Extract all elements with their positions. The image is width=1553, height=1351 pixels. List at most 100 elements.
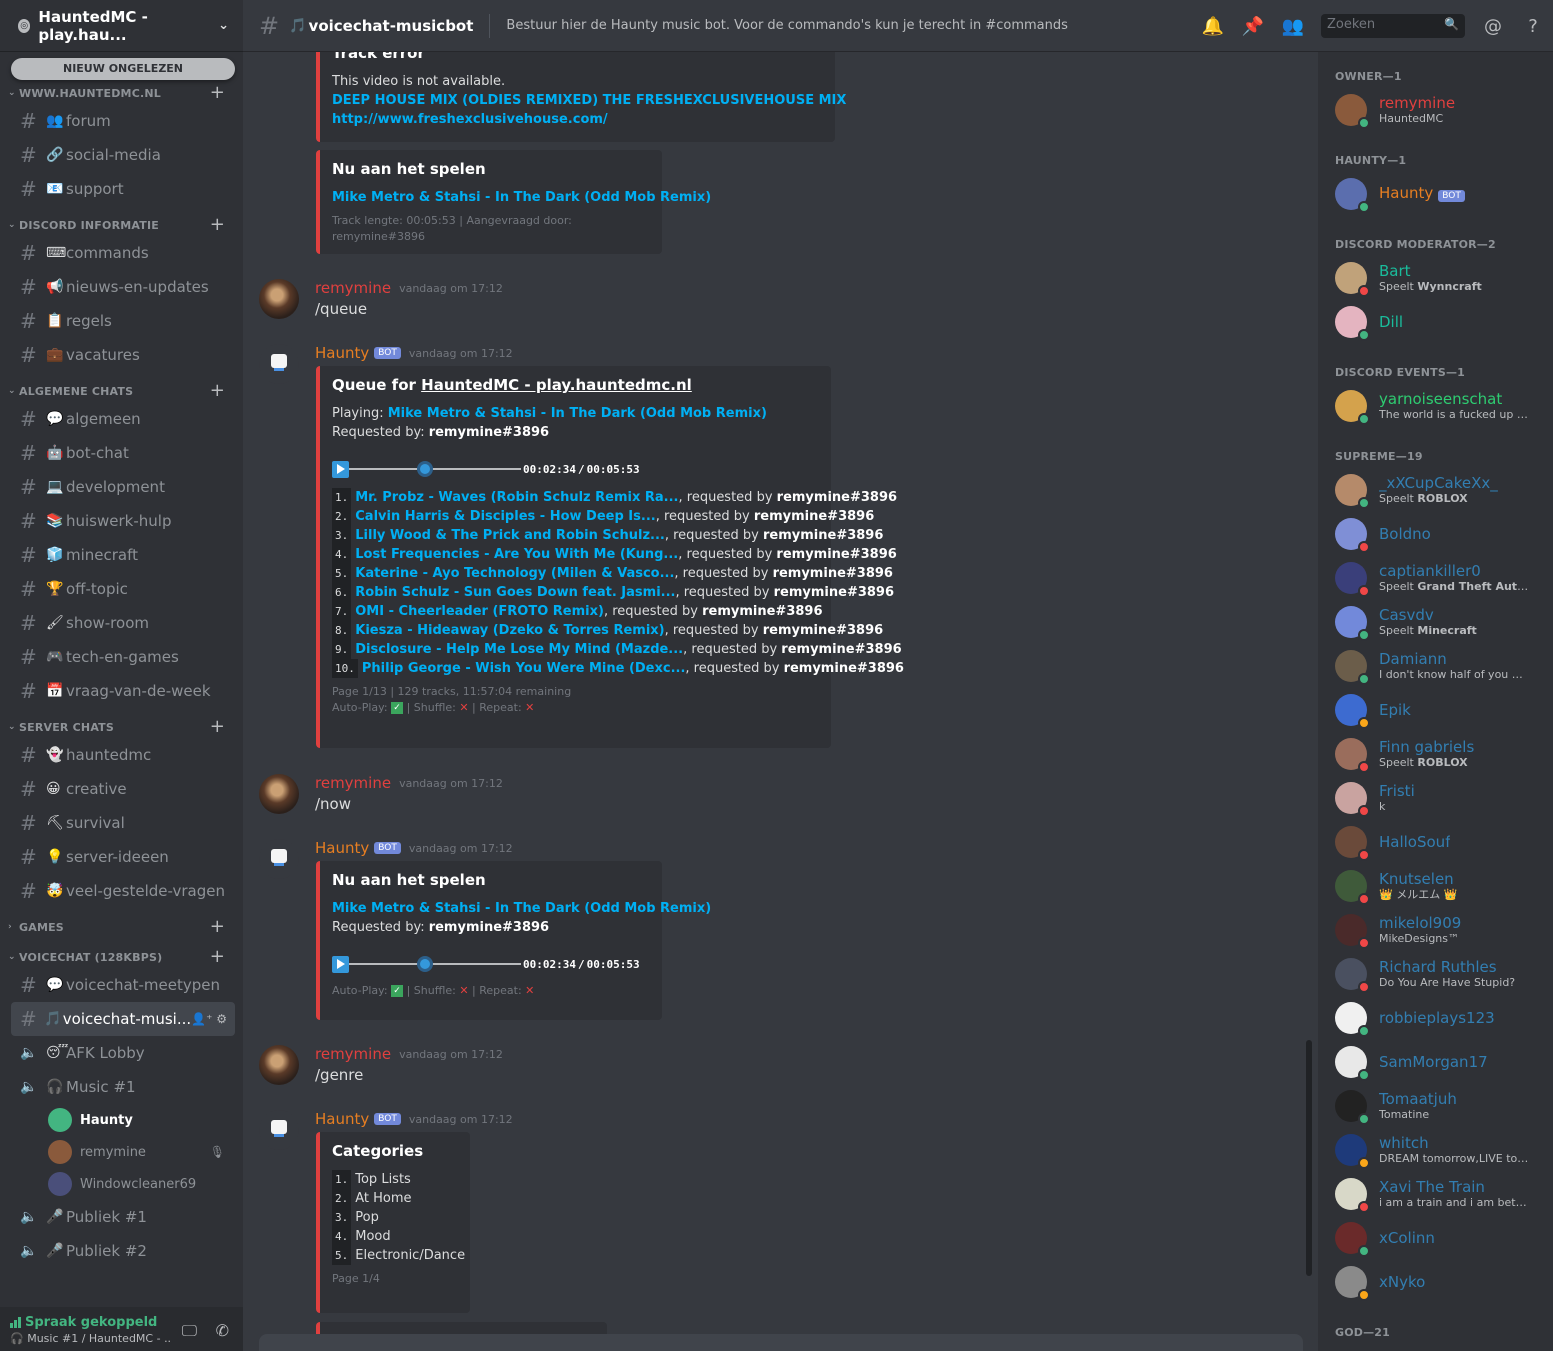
member-item[interactable]: Casvdv Speelt Minecraft bbox=[1335, 604, 1545, 641]
track-link[interactable]: Mike Metro & Stahsi - In The Dark (Odd M… bbox=[332, 899, 711, 918]
channel-item[interactable]: # 📧 support bbox=[11, 172, 235, 206]
track-link[interactable]: Lost Frequencies - Are You With Me (Kung… bbox=[355, 547, 678, 562]
category-header[interactable]: ⌄ DISCORD INFORMATIE + bbox=[0, 214, 243, 236]
member-item[interactable]: Richard Ruthles Do You Are Have Stupid? bbox=[1335, 956, 1545, 993]
message-author[interactable]: remymine bbox=[315, 774, 391, 792]
member-item[interactable]: Tomaatjuh Tomatine bbox=[1335, 1088, 1545, 1125]
play-icon[interactable] bbox=[332, 460, 349, 478]
channel-item[interactable]: # 🔗 social-media bbox=[11, 138, 235, 172]
member-item[interactable]: xColinn bbox=[1335, 1220, 1545, 1257]
member-item[interactable]: captiankiller0 Speelt Grand Theft Auto V bbox=[1335, 560, 1545, 597]
message-author[interactable]: Haunty bbox=[315, 344, 369, 362]
member-item[interactable]: Haunty BOT bbox=[1335, 176, 1545, 213]
category-header[interactable]: ⌄ WWW.HAUNTEDMC.NL + bbox=[0, 82, 243, 104]
track-link[interactable]: Philip George - Wish You Were Mine (Dexc… bbox=[362, 661, 686, 676]
guild-header[interactable]: ◎ HauntedMC - play.hau... ⌄ bbox=[0, 0, 243, 52]
bell-icon[interactable]: 🔔 bbox=[1193, 16, 1233, 37]
member-item[interactable]: Finn gabriels Speelt ROBLOX bbox=[1335, 736, 1545, 773]
channel-item[interactable]: # 🖌 show-room bbox=[11, 606, 235, 640]
add-channel-icon[interactable]: + bbox=[210, 380, 225, 401]
channel-item[interactable]: # 💡 server-ideeen bbox=[11, 840, 235, 874]
track-link[interactable]: Mike Metro & Stahsi - In The Dark (Odd M… bbox=[388, 406, 767, 421]
progress-knob[interactable] bbox=[416, 461, 433, 477]
channel-item[interactable]: # 💼 vacatures bbox=[11, 338, 235, 372]
channel-item[interactable]: # 📢 nieuws-en-updates bbox=[11, 270, 235, 304]
track-link[interactable]: Calvin Harris & Disciples - How Deep Is.… bbox=[355, 509, 655, 524]
message-composer[interactable] bbox=[259, 1334, 1303, 1351]
channel-item[interactable]: # 📚 huiswerk-hulp bbox=[11, 504, 235, 538]
channel-item[interactable]: # 🤖 bot-chat bbox=[11, 436, 235, 470]
category-header[interactable]: ⌄ ALGEMENE CHATS + bbox=[0, 380, 243, 402]
track-link[interactable]: Lilly Wood & The Prick and Robin Schulz.… bbox=[355, 528, 665, 543]
progress-knob[interactable] bbox=[416, 956, 433, 972]
member-item[interactable]: Damiann I don't know half of you hal... bbox=[1335, 648, 1545, 685]
unread-pill[interactable]: NIEUW ONGELEZEN bbox=[11, 58, 235, 80]
screen-share-icon[interactable]: 🖵 bbox=[182, 1321, 197, 1341]
members-icon[interactable]: 👥 bbox=[1273, 16, 1313, 37]
voice-channel-item[interactable]: 🔈 🎤 Publiek #1 bbox=[11, 1200, 235, 1234]
avatar[interactable] bbox=[259, 344, 299, 384]
member-item[interactable]: Epik bbox=[1335, 692, 1545, 729]
message-author[interactable]: Haunty bbox=[315, 1110, 369, 1128]
add-channel-icon[interactable]: + bbox=[210, 716, 225, 737]
channel-item[interactable]: # 👻 hauntedmc bbox=[11, 738, 235, 772]
embed-link[interactable]: http://www.freshexclusivehouse.com/ bbox=[332, 110, 821, 129]
voice-channel-item[interactable]: 🔈 😴 AFK Lobby bbox=[11, 1036, 235, 1070]
channel-item[interactable]: # 💻 development bbox=[11, 470, 235, 504]
help-icon[interactable]: ? bbox=[1513, 16, 1553, 37]
channel-item[interactable]: # 💬 voicechat-meetypen bbox=[11, 968, 235, 1002]
add-channel-icon[interactable]: + bbox=[210, 916, 225, 937]
voice-channel-item[interactable]: 🔈 🎧 Music #1 bbox=[11, 1070, 235, 1104]
channel-topic[interactable]: Bestuur hier de Haunty music bot. Voor d… bbox=[506, 18, 1067, 33]
track-link[interactable]: OMI - Cheerleader (FROTO Remix) bbox=[355, 604, 604, 619]
track-link[interactable]: Katerine - Ayo Technology (Milen & Vasco… bbox=[355, 566, 674, 581]
member-item[interactable]: HalloSouf bbox=[1335, 824, 1545, 861]
message-author[interactable]: remymine bbox=[315, 279, 391, 297]
track-link[interactable]: Mike Metro & Stahsi - In The Dark (Odd M… bbox=[332, 188, 711, 207]
member-item[interactable]: robbieplays123 bbox=[1335, 1000, 1545, 1037]
play-icon[interactable] bbox=[332, 955, 349, 973]
member-item[interactable]: whitch DREAM tomorrow,LIVE today bbox=[1335, 1132, 1545, 1169]
category-header[interactable]: ⌄ VOICECHAT (128KBPS) + bbox=[0, 946, 243, 968]
track-link[interactable]: Disclosure - Help Me Lose My Mind (Mazde… bbox=[355, 642, 683, 657]
channel-item[interactable]: # 🧊 minecraft bbox=[11, 538, 235, 572]
progress-track[interactable] bbox=[349, 956, 521, 972]
mention-icon[interactable]: @ bbox=[1473, 16, 1513, 37]
track-link[interactable]: Mr. Probz - Waves (Robin Schulz Remix Ra… bbox=[355, 490, 678, 505]
member-item[interactable]: Bart Speelt Wynncraft bbox=[1335, 260, 1545, 297]
voice-user[interactable]: Haunty bbox=[0, 1104, 243, 1136]
voice-channel-item[interactable]: 🔈 🎤 Publiek #2 bbox=[11, 1234, 235, 1268]
chevron-down-icon[interactable]: ⌄ bbox=[218, 18, 229, 33]
track-link[interactable]: Robin Schulz - Sun Goes Down feat. Jasmi… bbox=[355, 585, 675, 600]
category-header[interactable]: ⌄ SERVER CHATS + bbox=[0, 716, 243, 738]
member-item[interactable]: SamMorgan17 bbox=[1335, 1044, 1545, 1081]
voice-user[interactable]: Windowcleaner69 bbox=[0, 1168, 243, 1200]
message-author[interactable]: Haunty bbox=[315, 839, 369, 857]
avatar[interactable] bbox=[259, 1045, 299, 1085]
channel-item[interactable]: # 📋 regels bbox=[11, 304, 235, 338]
voice-user[interactable]: remymine 🎙 bbox=[0, 1136, 243, 1168]
member-item[interactable]: xNyko bbox=[1335, 1264, 1545, 1301]
search-input[interactable]: Zoeken 🔍 bbox=[1321, 14, 1465, 38]
avatar[interactable] bbox=[259, 774, 299, 814]
category-header[interactable]: › GAMES + bbox=[0, 916, 243, 938]
member-item[interactable]: Fristi k bbox=[1335, 780, 1545, 817]
channel-item[interactable]: # 🤯 veel-gestelde-vragen bbox=[11, 874, 235, 908]
channel-item[interactable]: # 😀 creative bbox=[11, 772, 235, 806]
embed-link[interactable]: DEEP HOUSE MIX (OLDIES REMIXED) THE FRES… bbox=[332, 91, 846, 110]
pin-icon[interactable]: 📌 bbox=[1233, 16, 1273, 37]
progress-track[interactable] bbox=[349, 461, 521, 477]
member-item[interactable]: _xXCupCakeXx_ Speelt ROBLOX bbox=[1335, 472, 1545, 509]
avatar[interactable] bbox=[259, 839, 299, 879]
message-author[interactable]: remymine bbox=[315, 1045, 391, 1063]
channel-item[interactable]: # ⌨ commands bbox=[11, 236, 235, 270]
queue-title-link[interactable]: HauntedMC - play.hauntedmc.nl bbox=[421, 376, 692, 394]
channel-item[interactable]: # ⛏ survival bbox=[11, 806, 235, 840]
track-link[interactable]: Kiesza - Hideaway (Dzeko & Torres Remix) bbox=[355, 623, 664, 638]
voice-status-label[interactable]: Spraak gekoppeld bbox=[25, 1315, 157, 1330]
avatar[interactable] bbox=[259, 1110, 299, 1150]
chat-scrollbar[interactable] bbox=[1306, 1040, 1312, 1276]
disconnect-icon[interactable]: ✆ bbox=[216, 1321, 229, 1340]
channel-item[interactable]: # 🎮 tech-en-games bbox=[11, 640, 235, 674]
add-channel-icon[interactable]: + bbox=[210, 946, 225, 967]
